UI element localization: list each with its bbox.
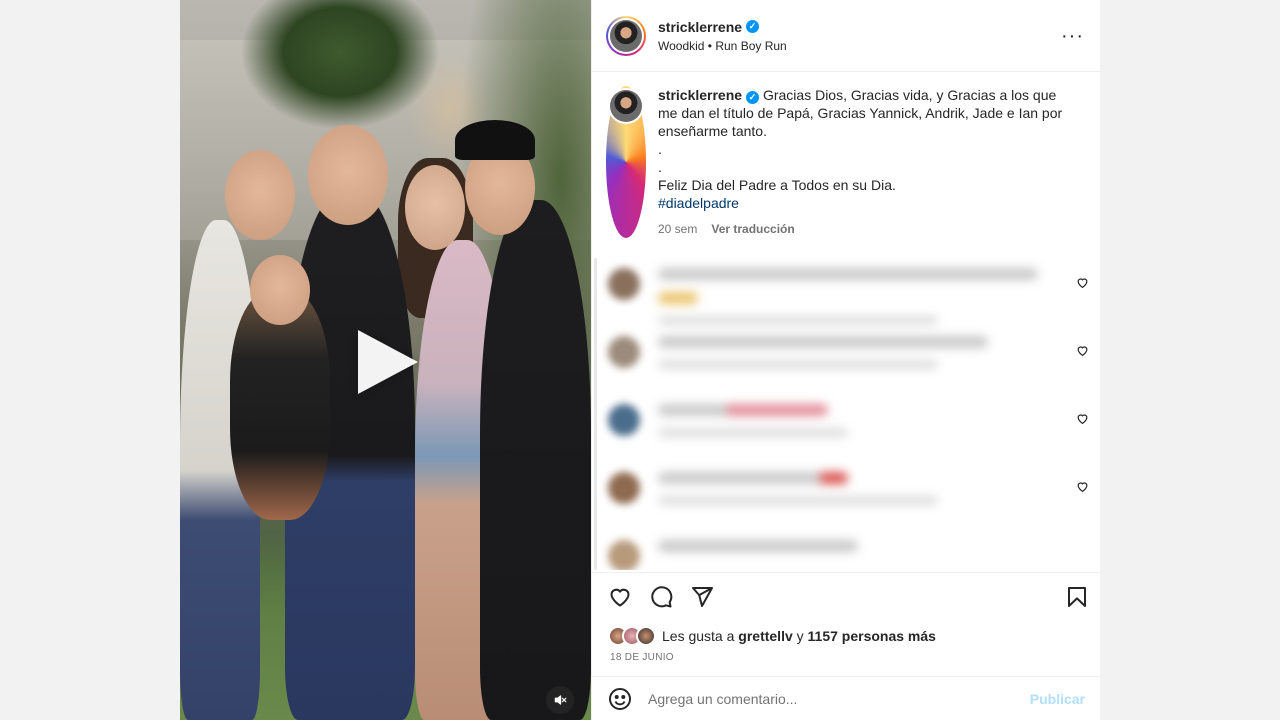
publish-button[interactable]: Publicar [1030,691,1085,707]
likes-summary: Les gusta a grettellv y 1157 personas má… [608,626,936,646]
comment-input[interactable] [648,690,1030,707]
share-icon[interactable] [690,585,714,609]
post-video[interactable] [180,0,591,720]
avatar[interactable] [636,626,656,646]
face [308,125,388,225]
caption: stricklerrene ✓ Gracias Dios, Gracias vid… [592,72,1100,238]
avatar[interactable] [608,268,640,300]
heart-icon[interactable] [1076,480,1089,493]
action-bar [592,572,1101,620]
bookmark-icon[interactable] [1065,585,1089,609]
more-options-icon[interactable]: ··· [1061,26,1084,46]
face [250,255,310,325]
post-header: stricklerrene ✓ Woodkid • Run Boy Run ··… [592,0,1100,72]
liked-by-user[interactable]: grettellv [738,628,792,644]
mute-icon[interactable] [546,686,574,714]
list-item [592,530,1101,570]
list-item [592,462,1101,530]
hashtag-link[interactable]: #diadelpadre [658,194,1078,212]
list-item [592,258,1101,326]
avatar[interactable] [608,472,640,504]
post-date: 18 DE JUNIO [610,652,674,663]
comments-list[interactable] [592,258,1101,570]
likes-prefix: Les gusta a [662,628,735,644]
avatar[interactable] [608,336,640,368]
heart-icon[interactable] [1076,344,1089,357]
face [225,150,295,240]
heart-icon[interactable] [1076,412,1089,425]
verified-badge-icon: ✓ [746,90,760,104]
author-avatar[interactable] [606,15,646,56]
list-item [592,326,1101,394]
caption-username[interactable]: stricklerrene [658,87,742,103]
background-palm [240,0,440,130]
avatar[interactable] [608,540,640,570]
verified-badge-icon: ✓ [746,20,760,33]
post-age: 20 sem [658,222,698,236]
person-right [480,200,591,720]
post-side-panel: stricklerrene ✓ Woodkid • Run Boy Run ··… [591,0,1101,720]
avatar[interactable] [608,404,640,436]
caption-author-avatar[interactable] [606,86,646,238]
audio-track[interactable]: Woodkid • Run Boy Run [658,39,1061,53]
comment-icon[interactable] [649,585,673,609]
play-icon[interactable] [358,330,418,394]
emoji-icon[interactable] [608,687,632,711]
likes-count-link[interactable]: 1157 personas más [808,628,936,644]
heart-icon[interactable] [1076,276,1089,289]
add-comment-bar: Publicar [592,676,1101,720]
heart-icon[interactable] [608,585,632,609]
likes-connector: y [796,628,804,644]
list-item [592,394,1101,462]
post-dialog: stricklerrene ✓ Woodkid • Run Boy Run ··… [180,0,1101,720]
translate-link[interactable]: Ver traducción [711,220,794,238]
baseball-cap [455,120,535,160]
face [405,165,465,250]
author-username[interactable]: stricklerrene [658,19,742,35]
